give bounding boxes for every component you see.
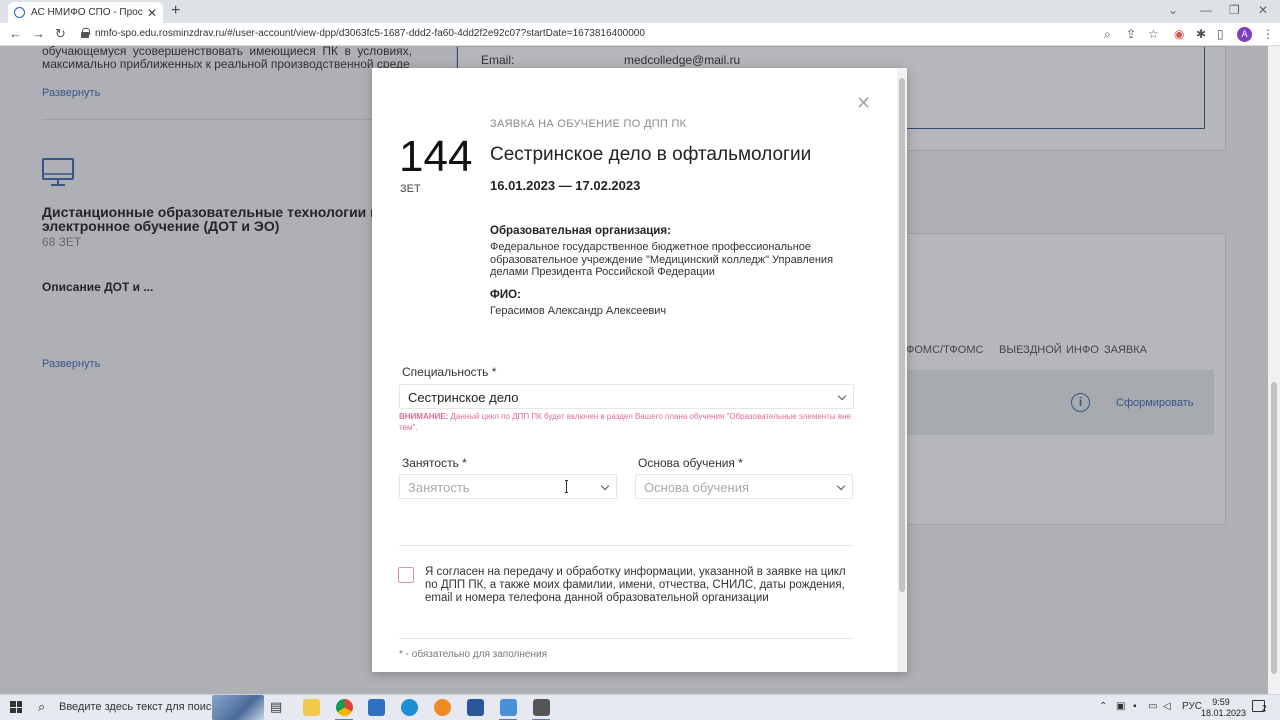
warning-prefix: ВНИМАНИЕ: [399,412,449,421]
network-icon[interactable]: ▭ [1148,701,1157,712]
edge-icon[interactable] [401,699,418,716]
extension-icon[interactable]: ◉ [1174,27,1184,41]
tray-app-icon[interactable]: ▣ [1116,701,1125,712]
zoom-icon[interactable]: ⌕ [1104,27,1111,42]
taskbar-search-input[interactable]: Введите здесь текст для поиска [59,701,223,713]
basis-label: Основа обучения * [638,456,743,470]
employment-label: Занятость * [402,456,467,470]
course-dates: 16.01.2023 — 17.02.2023 [490,178,641,193]
specialty-value: Сестринское дело [408,390,519,405]
warning-text: ВНИМАНИЕ: Данный цикл по ДПП ПК будет вк… [399,411,854,433]
minimize-icon[interactable]: — [1200,3,1212,17]
file-explorer-icon[interactable] [303,699,320,716]
mail-icon[interactable] [368,699,385,716]
chevron-down-icon [836,481,846,491]
consent-checkbox[interactable] [398,567,414,583]
browser-tab-bar: АС НМИФО СПО - Просмотр Д ✕ + ⌄ — ❐ ✕ [0,0,1280,23]
divider [399,638,854,639]
reload-icon[interactable]: ↻ [55,26,66,42]
forward-icon[interactable]: → [32,26,45,41]
zet-unit: ЗЕТ [400,183,421,195]
chevron-down-icon [600,481,610,491]
remote-desktop-icon[interactable] [500,699,517,716]
clock-time: 9:59 [1212,697,1230,707]
hours-value: 144 [399,132,473,181]
share-icon[interactable]: ⇪ [1126,27,1136,41]
side-panel-icon[interactable]: ▯ [1217,27,1224,41]
fio-value: Герасимов Александр Алексеевич [490,305,667,317]
lock-icon[interactable] [81,28,90,38]
modal-scrollbar-thumb[interactable] [899,78,905,592]
app-icon[interactable] [434,699,451,716]
basis-placeholder: Основа обучения [644,480,749,495]
close-window-icon[interactable]: ✕ [1258,3,1268,17]
bookmark-star-icon[interactable]: ☆ [1148,27,1159,41]
clock-date: 18.01.2023 [1201,708,1247,718]
modal-scrollbar[interactable] [897,68,907,672]
course-title: Сестринское дело в офтальмологии [490,144,812,165]
required-note: * - обязательно для заполнения [399,649,548,660]
divider [399,545,854,546]
tab-title: АС НМИФО СПО - Просмотр Д [31,7,143,18]
taskbar: ⌕ Введите здесь текст для поиска ▤ ⌃ ▣ ▪… [0,694,1280,720]
word-icon[interactable] [467,699,484,716]
search-icon[interactable]: ⌕ [38,699,45,715]
back-icon[interactable]: ← [9,26,22,41]
browser-tab[interactable]: АС НМИФО СПО - Просмотр Д ✕ [8,2,163,23]
specialty-label: Специальность * [402,365,497,379]
windows-start-icon[interactable] [10,701,22,713]
app-icon[interactable] [533,699,550,716]
menu-kebab-icon[interactable]: ⋮ [1262,27,1274,41]
url-input[interactable]: nmfo-spo.edu.rosminzdrav.ru/#/user-accou… [95,28,645,39]
tray-chevron-icon[interactable]: ⌃ [1099,701,1107,712]
volume-icon[interactable]: ◁ [1163,701,1171,712]
employment-placeholder: Занятость [408,480,470,495]
clock[interactable]: 9:59 18.01.2023 [1201,697,1247,719]
basis-select[interactable]: Основа обучения [635,474,853,499]
page-scrollbar-thumb[interactable] [1271,382,1277,674]
tray-app-icon[interactable]: ▪ [1133,701,1137,712]
specialty-select[interactable]: Сестринское дело [399,384,854,409]
consent-text[interactable]: Я согласен на передачу и обработку инфор… [425,566,850,605]
notification-count: 2 [1262,704,1267,713]
puzzle-icon[interactable]: ✱ [1196,27,1206,41]
new-tab-icon[interactable]: + [171,2,180,20]
search-highlight-image [212,695,264,720]
address-bar: ← → ↻ nmfo-spo.edu.rosminzdrav.ru/#/user… [0,23,1280,46]
chevron-down-icon[interactable]: ⌄ [1168,3,1178,17]
language-indicator[interactable]: РУС [1182,701,1202,712]
org-label: Образовательная организация: [490,225,671,237]
profile-avatar[interactable]: A [1237,27,1252,42]
application-modal: ✕ 144 ЗЕТ ЗАЯВКА НА ОБУЧЕНИЕ ПО ДПП ПК С… [372,68,907,672]
employment-select[interactable]: Занятость [399,474,617,499]
chrome-icon[interactable] [336,699,353,716]
org-value: Федеральное государственное бюджетное пр… [490,241,834,278]
page-scrollbar[interactable] [1268,46,1280,694]
site-favicon-icon [14,7,25,18]
text-cursor-icon [565,480,568,493]
close-icon[interactable]: ✕ [856,93,871,114]
restore-icon[interactable]: ❐ [1229,3,1240,17]
chevron-down-icon [837,391,847,401]
modal-kicker: ЗАЯВКА НА ОБУЧЕНИЕ ПО ДПП ПК [490,118,687,130]
fio-label: ФИО: [490,289,521,301]
close-tab-icon[interactable]: ✕ [147,6,157,20]
task-view-icon[interactable]: ▤ [270,699,287,716]
warning-body: Данный цикл по ДПП ПК будет включен в ра… [399,412,851,432]
